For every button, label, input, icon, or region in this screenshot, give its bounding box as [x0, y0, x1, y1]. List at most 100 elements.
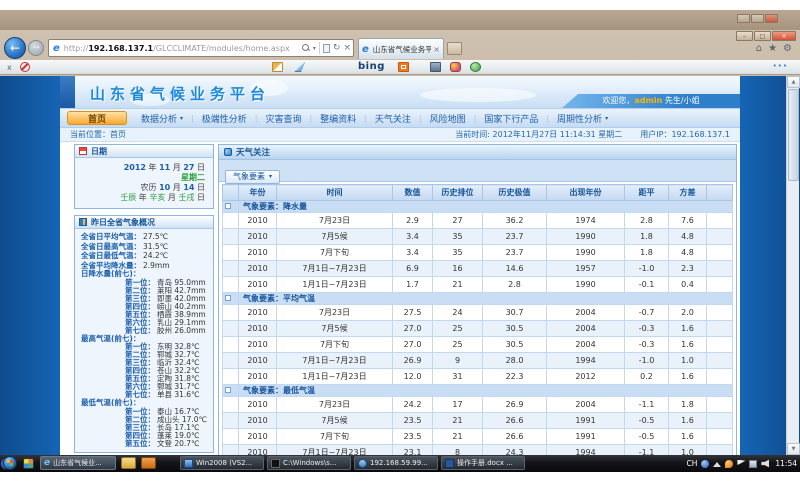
stop-icon[interactable]: ×: [343, 43, 351, 53]
vertical-scrollbar[interactable]: ▲ ▼: [786, 76, 799, 455]
nav-item-2[interactable]: 极端性分析: [202, 112, 247, 125]
breadcrumb-bar: 当前位置：首页 当前时间: 2012年11月27日 11:14:31 星期二 用…: [60, 128, 740, 142]
cell: 7月5候: [277, 321, 393, 337]
network-icon[interactable]: [749, 460, 757, 468]
cell: 27: [433, 213, 483, 229]
date-segment: 14: [183, 183, 194, 192]
scrollbar-thumb[interactable]: [788, 89, 799, 181]
taskbar-window-button[interactable]: Win2008 (VS2...: [180, 456, 264, 470]
search-icon[interactable]: [302, 44, 310, 52]
scroll-down-arrow[interactable]: ▼: [787, 443, 800, 455]
paw-icon[interactable]: [450, 62, 461, 72]
browser-tab[interactable]: e 山东省气候业务平... ×: [358, 38, 444, 59]
nav-item-label: 极端性分析: [202, 112, 247, 125]
cell-filler: [707, 353, 733, 369]
globe-icon[interactable]: [470, 62, 481, 72]
nav-item-label: 灾害查询: [265, 112, 301, 125]
bing-logo[interactable]: bing: [358, 61, 385, 72]
language-indicator[interactable]: CH: [686, 459, 697, 468]
url-text[interactable]: http://192.168.137.1/GLCCLIMATE/modules/…: [64, 44, 300, 53]
taskbar: e 山东省气候业... Win2008 (VS2...C:\Windows\s.…: [0, 455, 800, 472]
nav-item-1[interactable]: 数据分析▾: [141, 112, 183, 125]
element-group-row[interactable]: 气象要素：降水量: [223, 201, 733, 213]
group-expand-cell[interactable]: [223, 201, 239, 213]
new-tab-button[interactable]: [447, 42, 462, 55]
cell: 1991: [547, 413, 625, 429]
more-options-dots[interactable]: •••: [773, 62, 788, 70]
cell: 2010: [239, 445, 277, 456]
chevron-down-icon: ▾: [269, 173, 272, 180]
tray-app-icon[interactable]: [701, 460, 709, 468]
group-expand-cell[interactable]: [223, 293, 239, 305]
tray-fox-icon[interactable]: [725, 460, 733, 468]
wallet-icon[interactable]: [430, 62, 441, 72]
home-icon[interactable]: ⌂: [756, 43, 762, 54]
cell: 2010: [239, 321, 277, 337]
cell: 24.3: [483, 445, 547, 456]
nav-item-3[interactable]: 灾害查询: [265, 112, 301, 125]
cell: 12.0: [393, 369, 433, 385]
stat-label: 全省日平均气温：: [81, 232, 141, 242]
volume-icon[interactable]: [761, 460, 769, 468]
scroll-up-arrow[interactable]: ▲: [787, 76, 800, 88]
group-title-cell: 气象要素：平均气温: [239, 293, 733, 305]
cell: 1990: [547, 229, 625, 245]
cell: 26.9: [483, 397, 547, 413]
browser-topbar: – □ × ← → e http://192.168.137.1/GLCCLIM…: [0, 30, 800, 60]
taskbar-window-button[interactable]: 192.168.59.99...: [354, 456, 438, 470]
cell: 9: [433, 353, 483, 369]
refresh-icon[interactable]: ↻: [333, 43, 341, 53]
pinned-app-icon[interactable]: [23, 458, 34, 469]
cell-filler: [707, 229, 733, 245]
maximize-button[interactable]: □: [754, 31, 771, 41]
nav-item-4[interactable]: 整编资料: [320, 112, 356, 125]
taskbar-ie-button[interactable]: e 山东省气候业...: [40, 456, 116, 470]
nav-item-8[interactable]: 周期性分析▾: [557, 112, 608, 125]
start-button[interactable]: [3, 456, 17, 470]
browser-back-button[interactable]: ←: [4, 37, 26, 59]
compatibility-view-icon[interactable]: [323, 44, 330, 53]
cell: 7月1日~7月23日: [277, 445, 393, 456]
nav-item-6[interactable]: 风险地图: [430, 112, 466, 125]
send-plane-icon[interactable]: [294, 62, 305, 72]
action-center-flag-icon[interactable]: [737, 460, 745, 468]
weather-watch-header: 天气关注: [219, 145, 736, 160]
taskbar-window-button[interactable]: 操作手册.docx ...: [441, 456, 525, 470]
explorer-folder-icon[interactable]: [121, 457, 136, 469]
minimize-button[interactable]: –: [736, 31, 753, 41]
date-panel: 日期 2012 年 11 月 27 日 星期二 农历 10 月 14 日 壬辰 …: [74, 144, 214, 209]
tab-close-icon[interactable]: ×: [433, 45, 440, 54]
favorites-star-icon[interactable]: ★: [768, 43, 777, 54]
address-bar[interactable]: e http://192.168.137.1/GLCCLIMATE/module…: [48, 39, 354, 57]
column-header: 出现年份: [547, 185, 625, 201]
nav-item-7[interactable]: 国家下行产品: [484, 112, 538, 125]
bg-maximize-button[interactable]: [751, 14, 764, 23]
column-header: 数值: [393, 185, 433, 201]
taskbar-window-button[interactable]: C:\Windows\s...: [267, 456, 351, 470]
sogou-icon[interactable]: [398, 62, 409, 72]
cell: 2010: [239, 229, 277, 245]
nav-item-0[interactable]: 首页: [67, 111, 127, 125]
nav-item-5[interactable]: 天气关注: [375, 112, 411, 125]
group-expand-cell[interactable]: [223, 385, 239, 397]
toolbar-close-icon[interactable]: x: [7, 63, 12, 72]
bg-minimize-button[interactable]: [737, 14, 750, 23]
background-window-controls[interactable]: [737, 14, 778, 23]
window-controls[interactable]: – □ ×: [736, 31, 796, 41]
cards-icon[interactable]: [272, 62, 283, 72]
nav-separator: |: [255, 114, 258, 123]
pinned-app-icon[interactable]: [141, 457, 156, 469]
element-filter-button[interactable]: 气象要素 ▾: [225, 170, 280, 184]
search-dropdown-icon[interactable]: ▾: [313, 45, 316, 52]
element-group-row[interactable]: 气象要素：最低气温: [223, 385, 733, 397]
element-group-row[interactable]: 气象要素：平均气温: [223, 293, 733, 305]
weather-stat: 全省日最高气温：31.5℃: [81, 242, 209, 252]
block-icon[interactable]: [20, 62, 30, 72]
nav-item-label: 国家下行产品: [484, 112, 538, 125]
close-button[interactable]: ×: [772, 31, 796, 41]
settings-gear-icon[interactable]: ⚙: [783, 43, 792, 54]
clock[interactable]: 11:54: [775, 459, 797, 468]
browser-forward-button[interactable]: →: [28, 40, 44, 56]
show-hidden-icons-arrow[interactable]: [713, 462, 721, 467]
bg-close-button[interactable]: [765, 14, 778, 23]
